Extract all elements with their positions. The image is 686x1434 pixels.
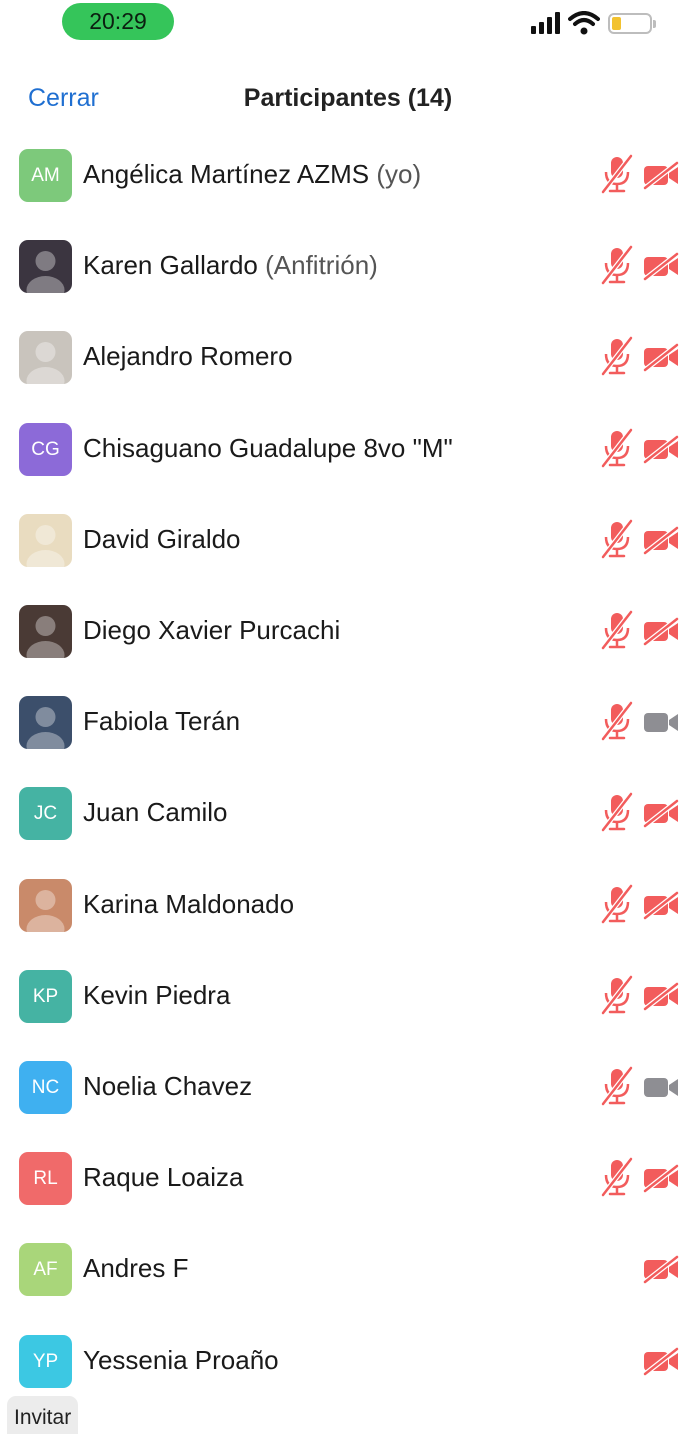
video-camera-icon [642,707,680,737]
video-camera-icon [642,1072,680,1102]
video-off-icon [642,981,680,1011]
avatar-initials: KP [19,970,72,1023]
participant-role: (yo) [369,159,422,189]
mic-muted-icon [601,154,633,194]
status-time: 20:29 [62,3,174,40]
participant-name: Karina Maldonado [83,889,295,919]
mic-muted-icon [601,610,633,650]
mic-muted-icon [601,1157,633,1197]
avatar-photo [19,240,72,293]
participant-row[interactable]: David Giraldo [0,495,686,586]
video-off-icon [642,251,680,281]
page-title: Participantes (14) [243,84,453,112]
participant-row[interactable]: Fabiola Terán [0,677,686,768]
video-off-icon [642,616,680,646]
participant-name: Yessenia Proaño [83,1345,279,1375]
mic-muted-icon [601,336,633,376]
mic-muted-icon [601,792,633,832]
participant-row[interactable]: Karina Maldonado [0,860,686,951]
participant-name: Noelia Chavez [83,1071,253,1101]
participant-row[interactable]: NC Noelia Chavez [0,1042,686,1133]
video-off-icon [642,1346,680,1376]
participant-row[interactable]: CG Chisaguano Guadalupe 8vo "M" [0,404,686,495]
mic-muted-icon [601,519,633,559]
video-off-icon [642,434,680,464]
avatar-initials: CG [19,423,72,476]
participant-name: Chisaguano Guadalupe 8vo "M" [83,433,453,463]
participant-name: David Giraldo [83,524,241,554]
battery-icon [608,12,656,34]
avatar-initials: AF [19,1243,72,1296]
mic-muted-icon [601,1066,633,1106]
video-off-icon [642,525,680,555]
status-icons [531,10,656,36]
wifi-icon [568,11,600,35]
participant-row[interactable]: Alejandro Romero [0,312,686,403]
avatar-photo [19,879,72,932]
signal-icon [531,12,560,34]
avatar-initials: NC [19,1061,72,1114]
participant-row[interactable]: RL Raque Loaiza [0,1133,686,1224]
video-off-icon [642,1254,680,1284]
participant-row[interactable]: AM Angélica Martínez AZMS (yo) [0,130,686,221]
participant-row[interactable]: Diego Xavier Purcachi [0,586,686,677]
video-off-icon [642,890,680,920]
participant-name: Fabiola Terán [83,706,241,736]
participant-name: Karen Gallardo (Anfitrión) [83,250,378,280]
participant-row[interactable]: Karen Gallardo (Anfitrión) [0,221,686,312]
invite-button[interactable]: Invitar [7,1396,79,1434]
avatar-photo [19,514,72,567]
avatar-initials: YP [19,1335,72,1388]
participant-name: Kevin Piedra [83,980,231,1010]
mic-muted-icon [601,884,633,924]
participant-row[interactable]: JC Juan Camilo [0,768,686,859]
video-off-icon [642,342,680,372]
participant-name: Angélica Martínez AZMS (yo) [83,159,422,189]
video-off-icon [642,160,680,190]
video-off-icon [642,798,680,828]
participant-name: Diego Xavier Purcachi [83,615,341,645]
participant-role: (Anfitrión) [257,250,378,280]
mic-muted-icon [601,245,633,285]
avatar-initials: JC [19,787,72,840]
participant-name: Andres F [83,1253,189,1283]
header: Cerrar Participantes (14) [0,72,686,128]
avatar-initials: AM [19,149,72,202]
avatar-photo [19,331,72,384]
participant-row[interactable]: YP Yessenia Proaño [0,1316,686,1407]
mic-muted-icon [601,701,633,741]
mic-muted-icon [601,975,633,1015]
video-off-icon [642,1163,680,1193]
participant-name: Raque Loaiza [83,1162,244,1192]
participant-name: Alejandro Romero [83,341,293,371]
mic-muted-icon [601,428,633,468]
avatar-photo [19,696,72,749]
avatar-initials: RL [19,1152,72,1205]
status-bar: 20:29 [0,0,686,50]
participant-name: Juan Camilo [83,797,228,827]
participant-row[interactable]: KP Kevin Piedra [0,951,686,1042]
participant-row[interactable]: AF Andres F [0,1224,686,1315]
avatar-photo [19,605,72,658]
